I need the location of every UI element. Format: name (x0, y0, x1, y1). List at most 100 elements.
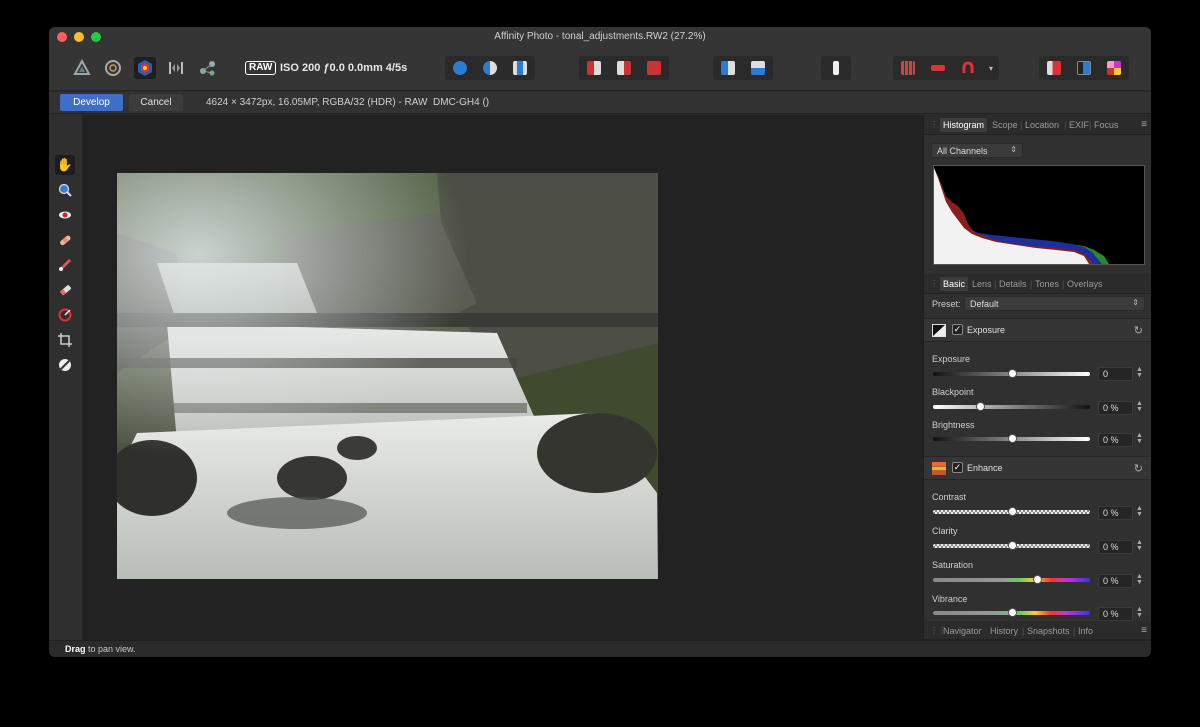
vibrance-label: Vibrance (932, 594, 968, 604)
tab-histogram[interactable]: Histogram (940, 118, 988, 132)
enhance-section-header[interactable]: ✓ Enhance ↻ (924, 456, 1151, 480)
tab-focus[interactable]: Focus (1094, 120, 1119, 130)
contrast-value-field[interactable]: 0 % (1098, 506, 1133, 520)
vibrance-slider-thumb[interactable] (1007, 608, 1017, 617)
tab-tones[interactable]: Tones (1035, 279, 1059, 289)
tone-mapping-persona-icon[interactable] (165, 57, 187, 79)
mirror-view-button[interactable] (611, 57, 637, 79)
overlay-gradient-tool-icon[interactable] (55, 305, 75, 325)
develop-persona-icon[interactable] (134, 57, 156, 79)
contrast-stepper[interactable]: ▲ ▼ (1136, 505, 1143, 518)
panel-menu-icon[interactable]: ≡ (1141, 625, 1147, 636)
liquify-persona-icon[interactable] (102, 57, 124, 79)
enhance-enable-checkbox[interactable]: ✓ (952, 462, 963, 473)
brightness-label: Brightness (932, 420, 975, 430)
crop-tool-icon[interactable] (55, 330, 75, 350)
export-persona-icon[interactable] (197, 57, 219, 79)
red-eye-tool-icon[interactable] (55, 205, 75, 225)
tab-exif[interactable]: EXIF (1069, 120, 1089, 130)
photo-persona-icon[interactable] (71, 57, 93, 79)
develop-button[interactable]: Develop (60, 94, 123, 111)
cancel-button[interactable]: Cancel (129, 94, 183, 111)
blackpoint-stepper[interactable]: ▲ ▼ (1136, 400, 1143, 413)
tab-separator: | (1073, 626, 1076, 636)
saturation-value-field[interactable]: 0 % (1098, 574, 1133, 588)
blackpoint-slider[interactable] (933, 402, 1090, 411)
saturation-slider[interactable] (933, 575, 1090, 584)
show-clipped-highlights-button[interactable] (447, 57, 473, 79)
blemish-tool-icon[interactable] (55, 230, 75, 250)
white-balance-tool-icon[interactable] (55, 355, 75, 375)
brightness-slider[interactable] (933, 434, 1090, 443)
contrast-slider-thumb[interactable] (1007, 507, 1017, 516)
overlay-erase-tool-icon[interactable] (55, 280, 75, 300)
exposure-slider-thumb[interactable] (1007, 369, 1017, 378)
panel-menu-icon[interactable]: ≡ (1141, 119, 1147, 130)
before-after-vertical-button[interactable] (745, 57, 771, 79)
tab-separator: | (1062, 279, 1065, 289)
tab-separator: | (1020, 120, 1023, 130)
before-after-horizontal-button[interactable] (715, 57, 741, 79)
brightness-slider-thumb[interactable] (1007, 434, 1017, 443)
document-canvas[interactable] (82, 115, 923, 640)
vibrance-slider[interactable] (933, 608, 1090, 617)
assistant-icon[interactable] (823, 57, 849, 79)
brightness-stepper[interactable]: ▲ ▼ (1136, 432, 1143, 445)
snapping-magnet-icon[interactable] (955, 57, 981, 79)
tab-details[interactable]: Details (999, 279, 1027, 289)
tab-history[interactable]: History (990, 626, 1018, 636)
enhance-section-label: Enhance (967, 463, 1003, 473)
tab-location[interactable]: Location (1025, 120, 1059, 130)
split-view-button[interactable] (581, 57, 607, 79)
exposure-enable-checkbox[interactable]: ✓ (952, 324, 963, 335)
zoom-tool-icon[interactable] (55, 180, 75, 200)
overlay-paint-tool-icon[interactable] (55, 255, 75, 275)
snapping-options-chevron-down-icon[interactable]: ▾ (985, 57, 997, 79)
tab-info[interactable]: Info (1078, 626, 1093, 636)
clarity-slider-thumb[interactable] (1007, 541, 1017, 550)
tab-scope[interactable]: Scope (992, 120, 1018, 130)
tab-navigator[interactable]: Navigator (943, 626, 982, 636)
hand-tool-icon[interactable]: ✋ (55, 155, 75, 175)
channel-select[interactable]: All Channels ⇕ (931, 143, 1023, 158)
blackpoint-slider-thumb[interactable] (976, 402, 986, 411)
exposure-value-field[interactable]: 0 (1098, 367, 1133, 381)
preset-select-value: Default (970, 299, 999, 309)
saturation-stepper[interactable]: ▲ ▼ (1136, 573, 1143, 586)
vibrance-value-field[interactable]: 0 % (1098, 607, 1133, 621)
tab-lens[interactable]: Lens (972, 279, 992, 289)
clarity-value-field[interactable]: 0 % (1098, 540, 1133, 554)
exposure-slider[interactable] (933, 369, 1090, 378)
swap-view-button[interactable] (641, 57, 667, 79)
exposure-section-header[interactable]: ✓ Exposure ↻ (924, 318, 1151, 342)
enhance-icon (932, 462, 946, 475)
tab-overlays[interactable]: Overlays (1067, 279, 1103, 289)
exposure-stepper[interactable]: ▲ ▼ (1136, 366, 1143, 379)
channel-view-icon[interactable] (1071, 57, 1097, 79)
clarity-slider[interactable] (933, 541, 1090, 550)
grid-overlay-icon[interactable] (895, 57, 921, 79)
vibrance-stepper[interactable]: ▲ ▼ (1136, 606, 1143, 619)
brightness-value-field[interactable]: 0 % (1098, 433, 1133, 447)
chevron-updown-icon: ⇕ (1132, 298, 1139, 307)
overlay-tools-group: ▾ (893, 56, 999, 80)
saturation-slider-thumb[interactable] (1032, 575, 1042, 584)
tab-snapshots[interactable]: Snapshots (1027, 626, 1070, 636)
clipping-toggle-group (445, 56, 535, 80)
status-hint-text: to pan view. (85, 644, 136, 654)
color-view-icon[interactable] (1101, 57, 1127, 79)
studio-link-icon[interactable] (1041, 57, 1067, 79)
show-clipped-tones-button[interactable] (507, 57, 533, 79)
show-clipped-shadows-button[interactable] (477, 57, 503, 79)
tab-separator: | (994, 279, 997, 289)
clarity-stepper[interactable]: ▲ ▼ (1136, 539, 1143, 552)
blackpoint-value-field[interactable]: 0 % (1098, 401, 1133, 415)
preset-select[interactable]: Default ⇕ (964, 296, 1145, 311)
reset-icon[interactable]: ↻ (1134, 324, 1143, 337)
contrast-slider[interactable] (933, 507, 1090, 516)
mask-toggle-icon[interactable] (925, 57, 951, 79)
tab-basic[interactable]: Basic (940, 277, 969, 291)
reset-icon[interactable]: ↻ (1134, 462, 1143, 475)
camera-model: DMC-GH4 () (433, 97, 490, 108)
assistant-group (821, 56, 851, 80)
